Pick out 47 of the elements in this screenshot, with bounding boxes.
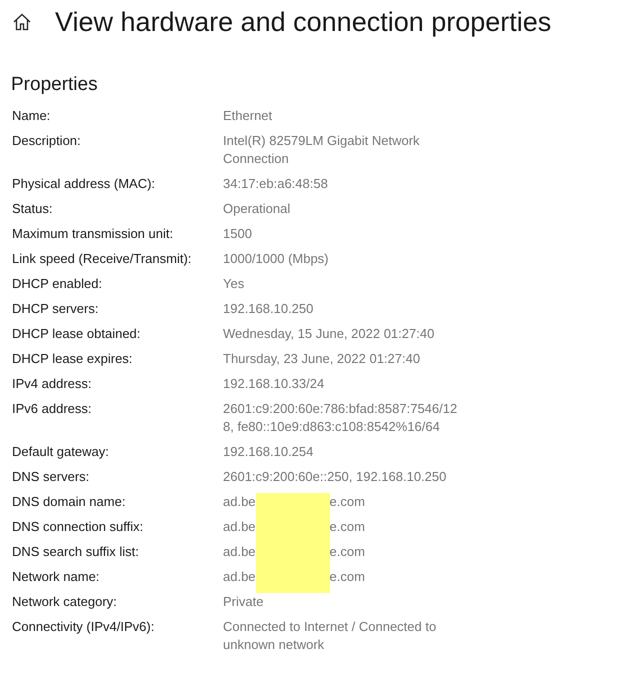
section-title: Properties <box>11 73 99 97</box>
property-label: Network category: <box>12 593 118 611</box>
property-value: ad.be <box>223 568 256 586</box>
property-label: Connectivity (IPv4/IPv6): <box>12 618 156 636</box>
property-value: 1500 <box>223 225 253 243</box>
property-value: e.com <box>330 518 365 536</box>
property-value: e.com <box>330 493 365 511</box>
property-label: DHCP lease obtained: <box>12 325 142 343</box>
property-label: IPv6 address: <box>12 400 92 418</box>
property-value: ad.be <box>223 518 256 536</box>
property-value: Yes <box>223 275 246 293</box>
property-label: Description: <box>12 132 82 150</box>
property-value: 192.168.10.33/24 <box>223 375 326 393</box>
property-value: 2601:c9:200:60e:786:bfad:8587:7546/128, fe80::10e9:d863:c108:8542%16/64 <box>223 400 458 436</box>
property-label: DHCP enabled: <box>12 275 104 293</box>
property-value: Intel(R) 82579LM Gigabit Network Connection <box>223 132 421 168</box>
property-value: Ethernet <box>223 107 274 125</box>
property-value: 34:17:eb:a6:48:58 <box>223 175 329 193</box>
property-label: Name: <box>12 107 52 125</box>
property-value: Wednesday, 15 June, 2022 01:27:40 <box>223 325 436 343</box>
property-value: e.com <box>330 568 365 586</box>
property-value: 192.168.10.250 <box>223 300 314 318</box>
property-label: Physical address (MAC): <box>12 175 156 193</box>
property-value: ad.be <box>223 543 256 561</box>
property-label: DHCP servers: <box>12 300 100 318</box>
home-icon[interactable] <box>12 12 32 32</box>
property-label: DHCP lease expires: <box>12 350 134 368</box>
property-label: Default gateway: <box>12 443 110 461</box>
property-value: Operational <box>223 200 292 218</box>
property-label: Link speed (Receive/Transmit): <box>12 250 192 268</box>
property-value: 2601:c9:200:60e::250, 192.168.10.250 <box>223 468 448 486</box>
property-label: Status: <box>12 200 54 218</box>
property-label: DNS domain name: <box>12 493 126 511</box>
property-value: Private <box>223 593 264 611</box>
property-value: ad.be <box>223 493 256 511</box>
property-value: Thursday, 23 June, 2022 01:27:40 <box>223 350 422 368</box>
property-label: Network name: <box>12 568 100 586</box>
property-label: DNS servers: <box>12 468 90 486</box>
property-label: Maximum transmission unit: <box>12 225 174 243</box>
property-value: e.com <box>330 543 365 561</box>
property-value: 192.168.10.254 <box>223 443 314 461</box>
property-label: DNS connection suffix: <box>12 518 144 536</box>
property-label: DNS search suffix list: <box>12 543 140 561</box>
property-label: IPv4 address: <box>12 375 92 393</box>
property-value: 1000/1000 (Mbps) <box>223 250 330 268</box>
property-value: Connected to Internet / Connected to unknown network <box>223 618 438 654</box>
page-title: View hardware and connection properties <box>55 6 552 38</box>
